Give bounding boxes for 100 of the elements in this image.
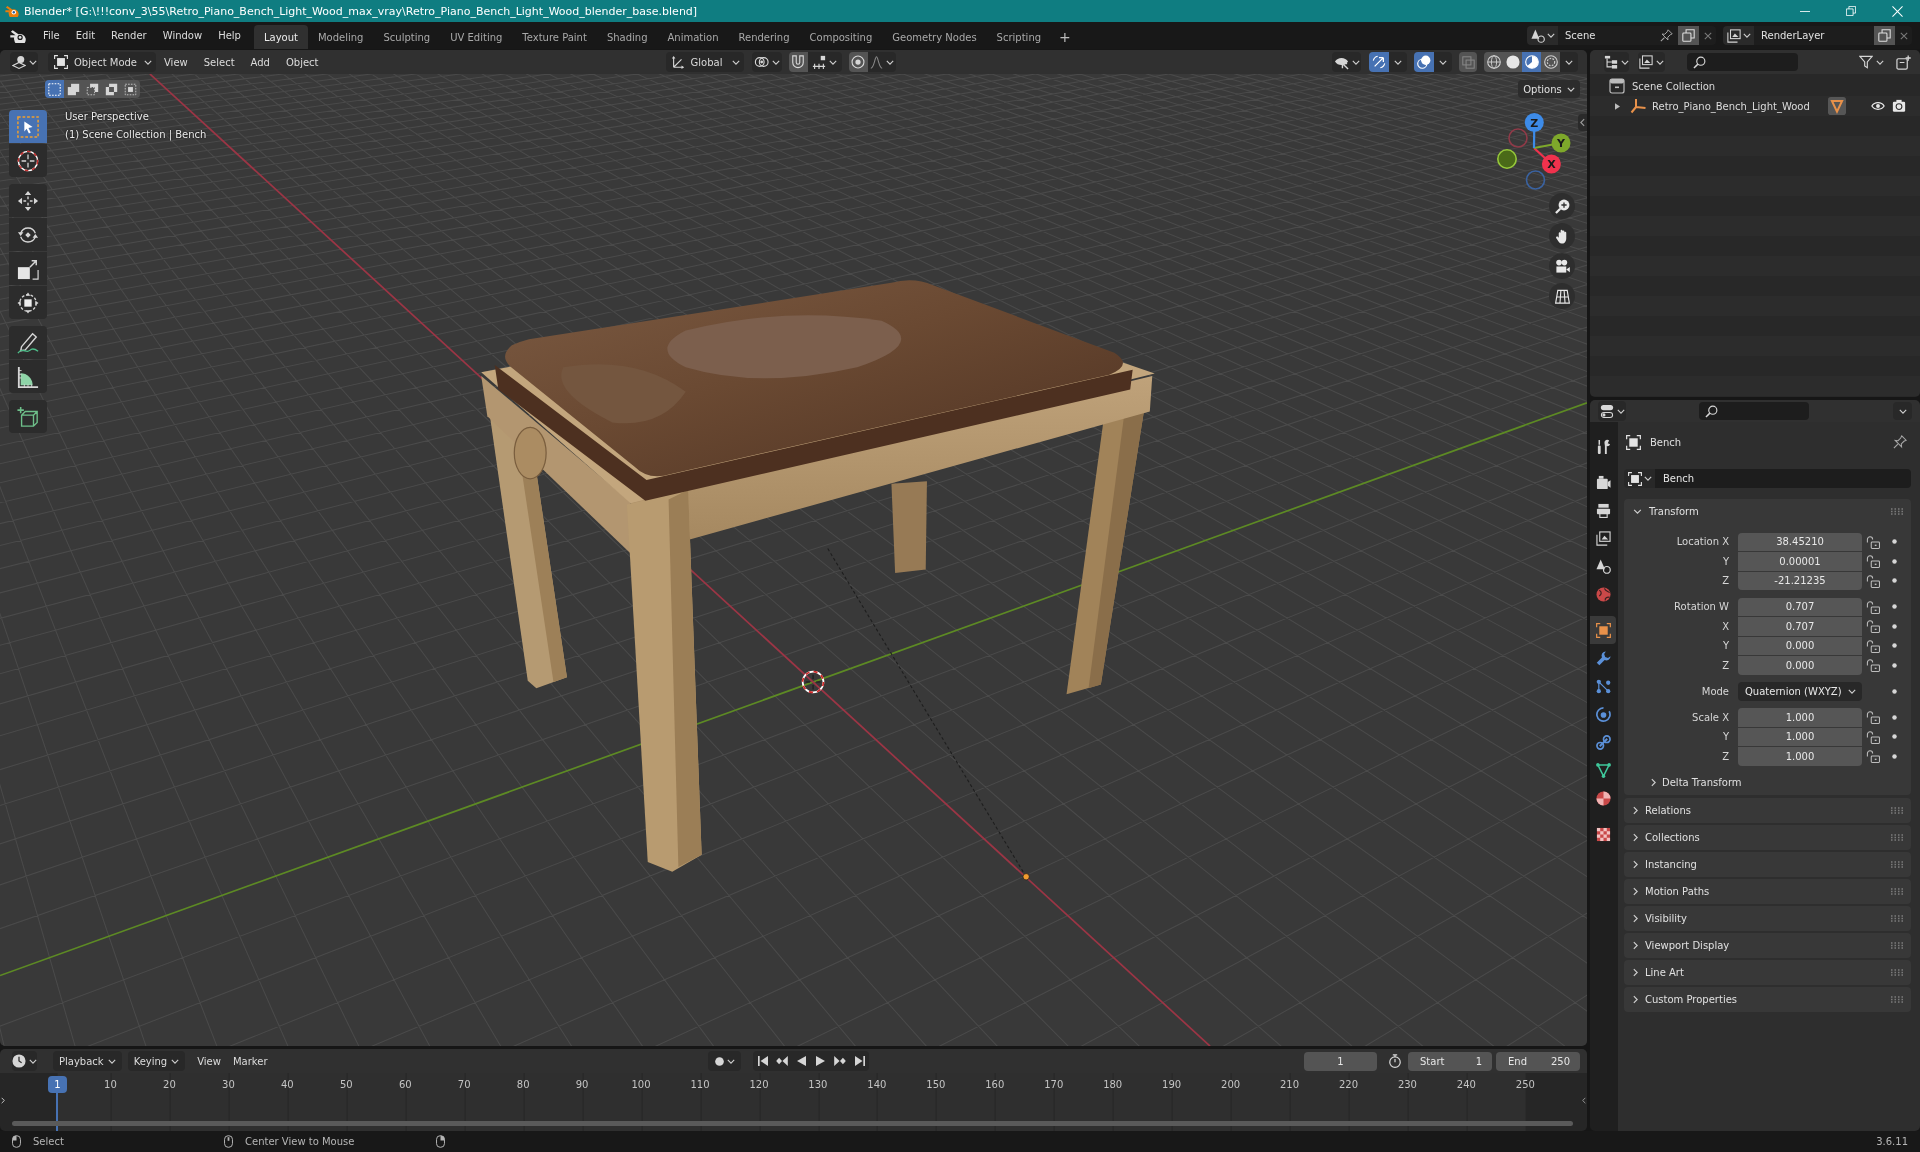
dot-icon[interactable] [1892, 643, 1897, 649]
drag-handle-icon[interactable] [1891, 941, 1903, 949]
number-field[interactable]: 1.000 [1738, 727, 1862, 746]
workspace-tab[interactable]: Texture Paint [512, 25, 597, 49]
menu-item[interactable]: View [191, 1051, 227, 1071]
gizmo-negative-y-handle[interactable] [1497, 149, 1517, 169]
panel-header[interactable]: Line Art [1624, 959, 1911, 985]
options-dropdown[interactable]: Options [1518, 80, 1580, 98]
menu-item[interactable]: Object [277, 52, 327, 72]
workspace-tab[interactable]: Modeling [307, 25, 374, 49]
scene-name-field[interactable]: Scene [1558, 26, 1678, 45]
panel-header[interactable]: Custom Properties [1624, 986, 1911, 1012]
gizmo-toggle[interactable] [1369, 52, 1389, 72]
menu-dropdown[interactable]: Keying [127, 1051, 186, 1071]
editor-type-dropdown[interactable] [10, 52, 38, 72]
menu-item[interactable]: Help [210, 25, 249, 46]
menu-item[interactable]: Marker [226, 1051, 274, 1071]
xray-toggle[interactable] [1459, 52, 1477, 72]
padlock-icon[interactable] [1866, 658, 1880, 673]
dot-icon[interactable] [1892, 753, 1897, 759]
dot-icon[interactable] [1892, 558, 1897, 564]
preview-range-toggle[interactable] [1386, 1051, 1404, 1071]
number-field[interactable]: 0.00001 [1738, 552, 1862, 571]
selection-mode-button[interactable] [45, 80, 64, 98]
padlock-icon[interactable] [1866, 554, 1880, 569]
start-frame-field[interactable]: Start 1 [1408, 1051, 1492, 1071]
data-type-dropdown[interactable] [1624, 469, 1655, 488]
padlock-icon[interactable] [1866, 710, 1880, 725]
dot-icon[interactable] [1892, 734, 1897, 740]
tool-button[interactable] [9, 144, 47, 177]
number-field[interactable]: 0.000 [1738, 656, 1862, 675]
drag-handle-icon[interactable] [1891, 914, 1903, 922]
dot-icon[interactable] [1892, 688, 1897, 694]
scene-selector[interactable] [1527, 26, 1558, 45]
panel-header[interactable]: Instancing [1624, 851, 1911, 877]
editor-type-dropdown[interactable] [1604, 52, 1629, 72]
snap-target-dropdown[interactable] [807, 52, 842, 72]
menu-item[interactable]: Window [154, 25, 211, 46]
overlay-toggle[interactable] [1414, 52, 1434, 72]
search-field[interactable] [1687, 53, 1798, 71]
outliner-item-label[interactable]: Scene Collection [1632, 80, 1716, 92]
mode-dropdown[interactable]: Object Mode [48, 52, 156, 72]
tool-button[interactable] [9, 360, 47, 393]
gizmo-y-handle[interactable]: Y [1551, 133, 1571, 153]
scrollbar[interactable] [12, 1121, 1573, 1126]
workspace-tab[interactable]: Geometry Nodes [882, 25, 987, 49]
workspace-tab[interactable]: Layout [253, 25, 308, 49]
overlay-dropdown[interactable] [1434, 52, 1452, 72]
playhead[interactable]: 1 [48, 1076, 67, 1093]
tool-button[interactable] [9, 252, 47, 285]
tool-button[interactable] [9, 218, 47, 251]
selection-mode-button[interactable] [102, 80, 121, 98]
subpanel-header[interactable]: Delta Transform [1624, 772, 1911, 793]
chevron-left-icon[interactable] [1582, 1097, 1586, 1104]
shading-button[interactable] [1484, 52, 1503, 72]
drag-handle-icon[interactable] [1891, 833, 1903, 841]
menu-item[interactable]: File [35, 25, 68, 46]
pin-icon[interactable] [1893, 435, 1907, 449]
editor-type-dropdown[interactable] [1598, 401, 1626, 421]
panel-header[interactable]: Transform [1624, 499, 1911, 524]
workspace-tab[interactable]: Scripting [986, 25, 1052, 49]
properties-tab[interactable] [1590, 616, 1616, 644]
padlock-icon[interactable] [1866, 638, 1880, 653]
display-mode-dropdown[interactable] [1638, 52, 1665, 72]
workspace-tab[interactable]: Shading [596, 25, 658, 49]
dot-icon[interactable] [1892, 623, 1897, 629]
number-field[interactable]: 1.000 [1738, 708, 1862, 727]
gizmo-negative-x-handle[interactable] [1508, 128, 1528, 148]
view-layer-selector[interactable] [1723, 26, 1754, 45]
end-frame-field[interactable]: End 250 [1496, 1051, 1580, 1071]
dot-icon[interactable] [1892, 662, 1897, 668]
dot-icon[interactable] [1892, 539, 1897, 545]
workspace-tab[interactable]: Compositing [799, 25, 883, 49]
padlock-icon[interactable] [1866, 729, 1880, 744]
drag-handle-icon[interactable] [1891, 860, 1903, 868]
padlock-icon[interactable] [1866, 573, 1880, 588]
selection-mode-button[interactable] [83, 80, 102, 98]
current-frame-field[interactable]: 1 [1304, 1051, 1377, 1071]
orientation-dropdown[interactable]: Global [665, 52, 744, 72]
duplicate-button[interactable] [1874, 26, 1895, 45]
camera-icon[interactable] [1892, 99, 1906, 113]
number-field[interactable]: 0.000 [1738, 636, 1862, 655]
drag-handle-icon[interactable] [1891, 968, 1903, 976]
menu-item[interactable]: Add [242, 52, 278, 72]
gizmo-x-handle[interactable]: X [1541, 154, 1561, 174]
selection-mode-button[interactable] [64, 80, 83, 98]
chevron-right-icon[interactable] [1, 1097, 5, 1104]
dot-icon[interactable] [1892, 578, 1897, 584]
drag-handle-icon[interactable] [1891, 508, 1903, 515]
outliner-item-label[interactable]: Retro_Piano_Bench_Light_Wood [1652, 100, 1810, 112]
menu-item[interactable]: View [156, 52, 196, 72]
number-field[interactable]: 0.707 [1738, 597, 1862, 616]
panel-header[interactable]: Relations [1624, 797, 1911, 823]
tool-button[interactable] [9, 400, 47, 433]
remove-button[interactable] [1699, 26, 1716, 45]
panel-header[interactable]: Visibility [1624, 905, 1911, 931]
padlock-icon[interactable] [1866, 619, 1880, 634]
auto-keying-toggle[interactable] [708, 1051, 742, 1071]
menu-item[interactable]: Edit [67, 25, 104, 46]
number-field[interactable]: 0.707 [1738, 617, 1862, 636]
